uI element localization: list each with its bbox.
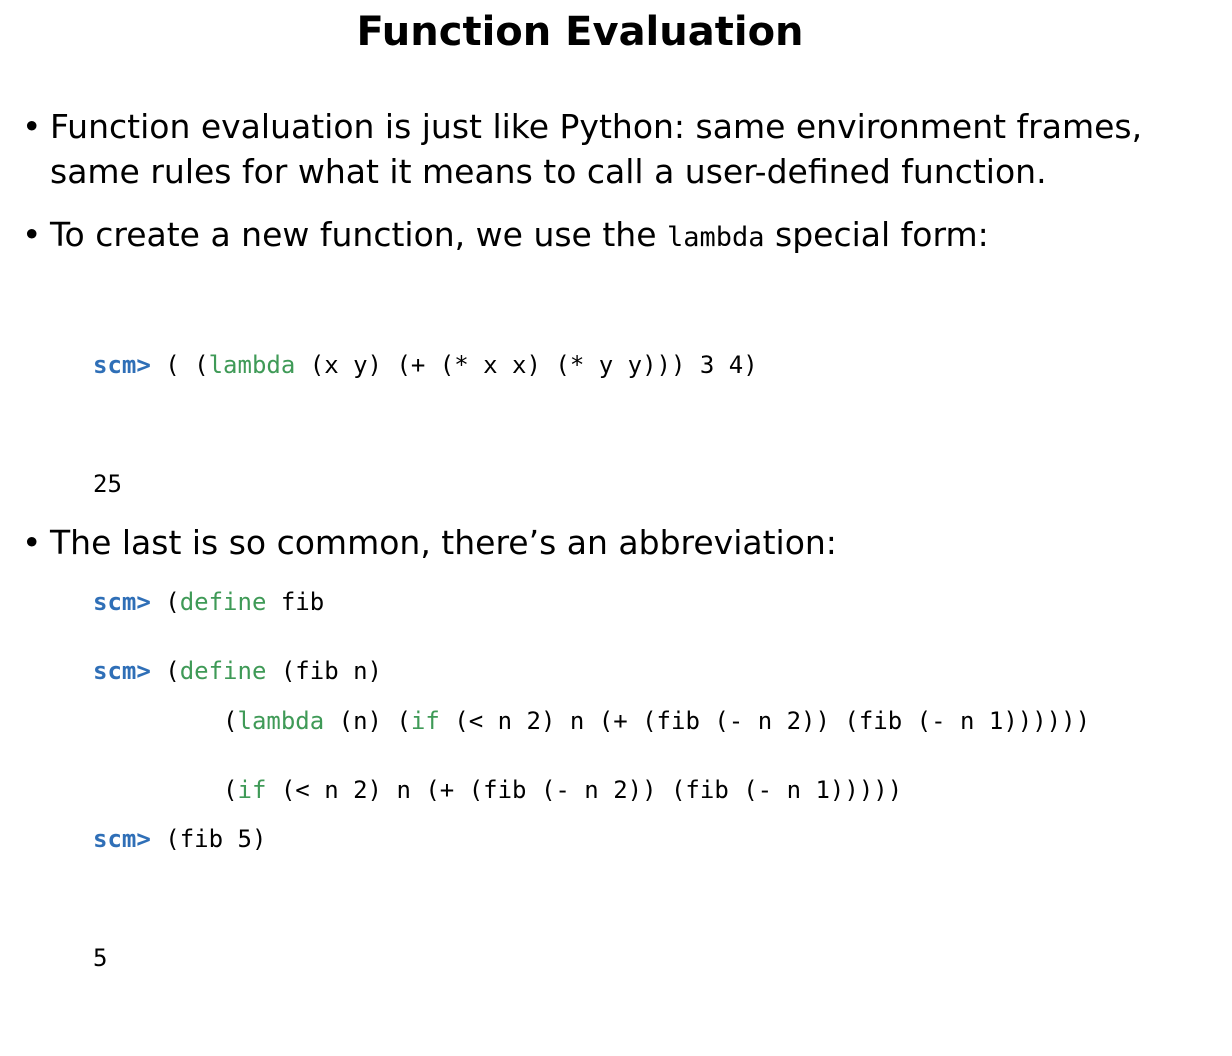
code-output: 5 bbox=[93, 938, 1090, 978]
keyword-lambda: lambda bbox=[208, 351, 296, 379]
inline-code-lambda: lambda bbox=[667, 222, 765, 253]
bullet-marker: • bbox=[22, 215, 42, 254]
slide-title: Function Evaluation bbox=[356, 9, 804, 55]
code-text: ( bbox=[93, 775, 238, 804]
keyword-define: define bbox=[179, 657, 267, 685]
bullet-text-line-2: same rules for what it means to call a u… bbox=[50, 152, 1047, 191]
output-value: 25 bbox=[93, 469, 122, 498]
bullet-text-after: special form: bbox=[764, 215, 989, 254]
code-text: (< n 2) n (+ (fib (- n 2)) (fib (- n 1))… bbox=[266, 775, 903, 804]
code-text: (fib n) bbox=[266, 657, 382, 685]
scm-prompt: scm> bbox=[93, 351, 151, 379]
code-text: ( bbox=[150, 657, 180, 685]
code-block-define-abbreviation: scm> (define (fib n) (if (< n 2) n (+ (f… bbox=[93, 572, 902, 888]
bullet-text: Function evaluation is just like Python:… bbox=[50, 104, 1142, 194]
bullet-text: To create a new function, we use the lam… bbox=[50, 212, 989, 260]
bullet-text-line-1: Function evaluation is just like Python:… bbox=[50, 107, 1143, 146]
bullet-text-before: To create a new function, we use the bbox=[50, 215, 667, 254]
bullet-marker: • bbox=[22, 523, 42, 562]
scm-prompt: scm> bbox=[93, 657, 151, 685]
bullet-marker: • bbox=[22, 107, 42, 146]
code-output: 25 bbox=[93, 464, 1090, 504]
code-line: (if (< n 2) n (+ (fib (- n 2)) (fib (- n… bbox=[93, 770, 902, 810]
output-value: 5 bbox=[93, 943, 108, 972]
code-text: (x y) (+ (* x x) (* y y))) 3 4) bbox=[295, 351, 758, 379]
code-line: scm> (define (fib n) bbox=[93, 651, 902, 691]
code-line: scm> ( (lambda (x y) (+ (* x x) (* y y))… bbox=[93, 345, 1090, 385]
bullet-text: The last is so common, there’s an abbrev… bbox=[50, 523, 837, 562]
keyword-if: if bbox=[237, 775, 267, 804]
code-text: ( ( bbox=[150, 351, 209, 379]
